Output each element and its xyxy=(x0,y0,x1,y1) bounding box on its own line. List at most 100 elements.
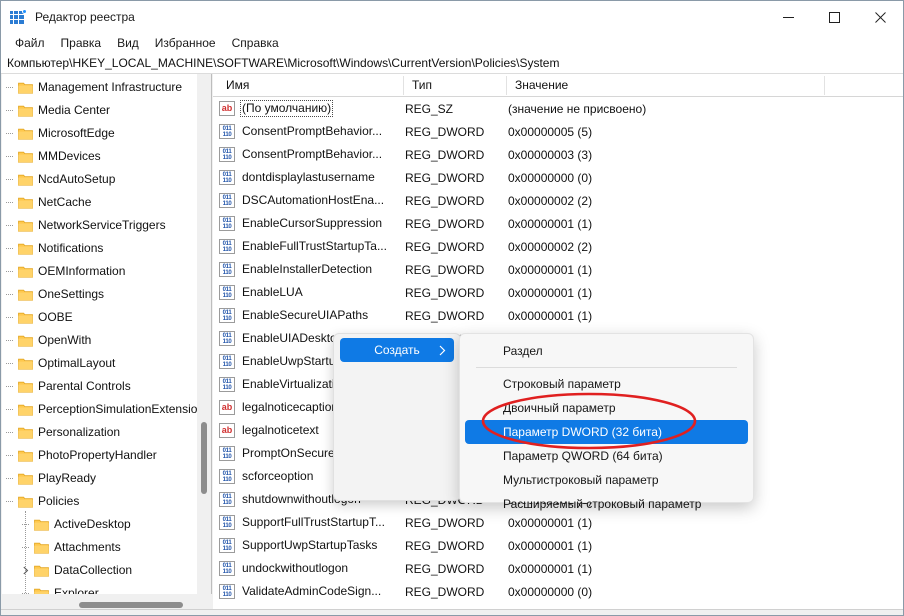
table-row[interactable]: 011 110 undockwithoutlogon REG_DWORD 0x00000… xyxy=(213,557,903,580)
dword-value-icon: 011 110 xyxy=(219,492,235,507)
folder-icon xyxy=(16,352,34,375)
submenu-item-4[interactable]: Параметр QWORD (64 бита) xyxy=(465,444,748,468)
value-data: 0x00000001 (1) xyxy=(508,561,593,576)
tree-item-attachments[interactable]: Attachments xyxy=(2,536,197,559)
table-row[interactable]: 011 110 ConsentPromptBehavior... REG_DWORD 0… xyxy=(213,120,903,143)
tree-connector-stub xyxy=(2,306,16,329)
tree-item-management-infrastructure[interactable]: Management Infrastructure xyxy=(2,76,197,99)
tree-item-oeminformation[interactable]: OEMInformation xyxy=(2,260,197,283)
table-row[interactable]: 011 110 dontdisplaylastusername REG_DWORD 0x… xyxy=(213,166,903,189)
tree-item-photopropertyhandler[interactable]: PhotoPropertyHandler xyxy=(2,444,197,467)
submenu-item-6[interactable]: Расширяемый строковый параметр xyxy=(465,492,748,516)
value-name-cell: 011 110 SupportUwpStartupTasks xyxy=(219,537,379,554)
table-row[interactable]: 011 110 DSCAutomationHostEna... REG_DWORD 0x… xyxy=(213,189,903,212)
tree-item-optimallayout[interactable]: OptimalLayout xyxy=(2,352,197,375)
folder-icon xyxy=(16,260,34,283)
table-row[interactable]: 011 110 ValidateAdminCodeSign... REG_DWORD 0… xyxy=(213,580,903,603)
table-row[interactable]: 011 110 EnableFullTrustStartupTa... REG_DWO… xyxy=(213,235,903,258)
submenu-item-1[interactable]: Строковый параметр xyxy=(465,372,748,396)
value-type: REG_DWORD xyxy=(405,285,485,300)
registry-path: Компьютер\HKEY_LOCAL_MACHINE\SOFTWARE\Mi… xyxy=(7,55,560,70)
tree-item-microsoftedge[interactable]: MicrosoftEdge xyxy=(2,122,197,145)
table-row[interactable]: 011 110 SupportUwpStartupTasks REG_DWORD 0x0… xyxy=(213,534,903,557)
caption-buttons xyxy=(765,1,903,33)
tree-item-explorer[interactable]: Explorer xyxy=(2,582,197,594)
table-row[interactable]: ab (По умолчанию) REG_SZ (значение не присв… xyxy=(213,97,903,120)
dword-value-icon: 011 110 xyxy=(219,147,235,162)
value-type: REG_DWORD xyxy=(405,193,485,208)
folder-icon xyxy=(32,536,50,559)
tree-item-notifications[interactable]: Notifications xyxy=(2,237,197,260)
tree-item-oobe[interactable]: OOBE xyxy=(2,306,197,329)
maximize-button[interactable] xyxy=(811,1,857,33)
folder-icon xyxy=(16,191,34,214)
tree-horizontal-scroll-thumb[interactable] xyxy=(79,602,183,608)
tree-item-networkservicetriggers[interactable]: NetworkServiceTriggers xyxy=(2,214,197,237)
value-type: REG_DWORD xyxy=(405,538,485,553)
address-bar[interactable]: Компьютер\HKEY_LOCAL_MACHINE\SOFTWARE\Mi… xyxy=(1,52,903,74)
tree-item-perceptionsimulationextensions[interactable]: PerceptionSimulationExtensions xyxy=(2,398,210,421)
tree-item-netcache[interactable]: NetCache xyxy=(2,191,197,214)
submenu-item-0[interactable]: Раздел xyxy=(465,339,748,363)
minimize-button[interactable] xyxy=(765,1,811,33)
tree-item-media-center[interactable]: Media Center xyxy=(2,99,197,122)
value-name: EnableFullTrustStartupTa... xyxy=(242,239,387,253)
tree-connector-stub xyxy=(2,260,16,283)
value-name: ConsentPromptBehavior... xyxy=(242,124,383,138)
value-data: 0x00000005 (5) xyxy=(508,124,593,139)
column-header-type[interactable]: Тип xyxy=(405,74,508,96)
menu-item-4[interactable]: Справка xyxy=(224,35,287,51)
value-data: 0x00000003 (3) xyxy=(508,147,593,162)
tree-item-playready[interactable]: PlayReady xyxy=(2,467,197,490)
menu-item-2[interactable]: Вид xyxy=(109,35,147,51)
tree-item-label: Media Center xyxy=(38,102,111,117)
dword-value-icon: 011 110 xyxy=(219,584,235,599)
tree-item-parental-controls[interactable]: Parental Controls xyxy=(2,375,197,398)
table-row[interactable]: 011 110 EnableInstallerDetection REG_DWORD 0… xyxy=(213,258,903,281)
context-submenu-create[interactable]: Раздел Строковый параметр Двоичный парамет… xyxy=(459,333,754,511)
tree-vertical-scrollbar[interactable] xyxy=(197,74,211,594)
table-row[interactable]: 011 110 EnableLUA REG_DWORD 0x00000001 (1) xyxy=(213,281,903,304)
folder-icon xyxy=(16,421,34,444)
menu-item-0[interactable]: Файл xyxy=(7,35,53,51)
tree-item-policies[interactable]: Policies xyxy=(2,490,197,513)
value-name-cell: ab legalnoticecaption xyxy=(219,399,340,416)
column-header-value[interactable]: Значение xyxy=(508,74,826,96)
tree-item-mmdevices[interactable]: MMDevices xyxy=(2,145,197,168)
dword-value-icon: 011 110 xyxy=(219,170,235,185)
table-row[interactable]: 011 110 ConsentPromptBehavior... REG_DWORD 0… xyxy=(213,143,903,166)
tree-item-label: PhotoPropertyHandler xyxy=(38,447,157,462)
menu-item-1[interactable]: Правка xyxy=(53,35,110,51)
folder-icon xyxy=(16,168,34,191)
tree-item-onesettings[interactable]: OneSettings xyxy=(2,283,197,306)
close-button[interactable] xyxy=(857,1,903,33)
menu-item-3[interactable]: Избранное xyxy=(147,35,224,51)
value-type: REG_DWORD xyxy=(405,147,485,162)
tree-connector-stub xyxy=(2,421,16,444)
tree-item-personalization[interactable]: Personalization xyxy=(2,421,197,444)
tree-item-ncdautosetup[interactable]: NcdAutoSetup xyxy=(2,168,197,191)
tree-item-datacollection[interactable]: DataCollection xyxy=(2,559,197,582)
folder-icon xyxy=(16,306,34,329)
value-name-cell: ab legalnoticetext xyxy=(219,422,321,439)
submenu-item-5[interactable]: Мультистроковый параметр xyxy=(465,468,748,492)
value-name: EnableInstallerDetection xyxy=(242,262,373,276)
tree-item-activedesktop[interactable]: ActiveDesktop xyxy=(2,513,197,536)
registry-tree-pane[interactable]: Management Infrastructure Media Center Mic… xyxy=(2,74,212,594)
table-row[interactable]: 011 110 EnableSecureUIAPaths REG_DWORD 0x000… xyxy=(213,304,903,327)
column-header-name[interactable]: Имя xyxy=(219,74,405,96)
context-menu-item-create[interactable]: Создать xyxy=(340,338,454,362)
tree-item-openwith[interactable]: OpenWith xyxy=(2,329,197,352)
tree-item-label: NcdAutoSetup xyxy=(38,171,116,186)
table-row[interactable]: 011 110 EnableCursorSuppression REG_DWORD 0x… xyxy=(213,212,903,235)
value-data: 0x00000001 (1) xyxy=(508,515,593,530)
folder-icon xyxy=(32,513,50,536)
submenu-item-2[interactable]: Двоичный параметр xyxy=(465,396,748,420)
tree-vertical-scroll-thumb[interactable] xyxy=(201,422,207,494)
value-data: 0x00000001 (1) xyxy=(508,285,593,300)
submenu-separator xyxy=(476,367,737,368)
context-menu[interactable]: Создать xyxy=(333,333,461,501)
value-name: ConsentPromptBehavior... xyxy=(242,147,383,161)
chevron-right-icon[interactable] xyxy=(18,559,32,582)
submenu-item-3[interactable]: Параметр DWORD (32 бита) xyxy=(465,420,748,444)
